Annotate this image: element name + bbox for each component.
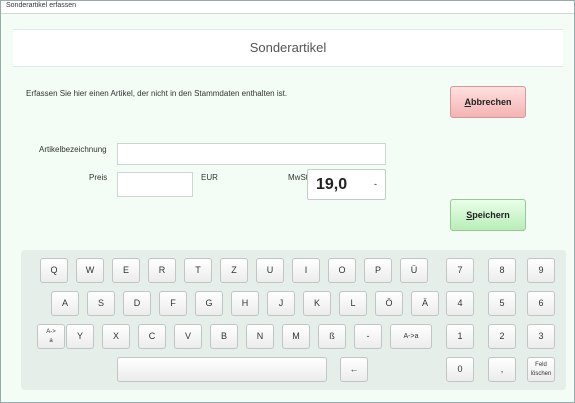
key-ue[interactable]: Ü <box>400 258 428 283</box>
dialog-header: Sonderartikel <box>13 29 563 67</box>
clear-field-button[interactable]: Feld löschen <box>527 357 555 382</box>
key-c[interactable]: C <box>138 324 166 349</box>
title-bar: Sonderartikel erfassen <box>1 1 574 14</box>
key-sz[interactable]: ß <box>318 324 346 349</box>
tax-label: MwSt <box>288 173 308 182</box>
key-n[interactable]: N <box>246 324 274 349</box>
backspace-icon[interactable]: ← <box>340 357 368 382</box>
space-key[interactable] <box>117 357 327 382</box>
key-r[interactable]: R <box>148 258 176 283</box>
shift-key-line2: a <box>49 338 53 344</box>
key-d[interactable]: D <box>123 291 151 316</box>
tax-rate-select[interactable]: 19,0 - <box>307 169 386 200</box>
sonderartikel-dialog: Sonderartikel erfassen Sonderartikel Erf… <box>0 0 575 403</box>
save-label: peichern <box>472 210 510 220</box>
key-w[interactable]: W <box>76 258 104 283</box>
key-f[interactable]: F <box>159 291 187 316</box>
key-6[interactable]: 6 <box>527 291 555 316</box>
cancel-label: bbrechen <box>470 97 512 107</box>
key-m[interactable]: M <box>282 324 310 349</box>
article-input[interactable] <box>117 143 386 165</box>
key-oe[interactable]: Ö <box>375 291 403 316</box>
key-2[interactable]: 2 <box>488 324 516 349</box>
tax-rate-value: 19,0 <box>316 176 348 193</box>
key-e[interactable]: E <box>112 258 140 283</box>
page-title: Sonderartikel <box>249 40 327 55</box>
clear-field-line1: Feld <box>535 362 547 368</box>
key-o[interactable]: O <box>328 258 356 283</box>
key-y[interactable]: Y <box>66 324 94 349</box>
shift-key-line1: A-> <box>46 329 56 335</box>
key-h[interactable]: H <box>231 291 259 316</box>
key-9[interactable]: 9 <box>527 258 555 283</box>
info-text: Erfassen Sie hier einen Artikel, der nic… <box>26 89 288 98</box>
key-j[interactable]: J <box>267 291 295 316</box>
key-q[interactable]: Q <box>40 258 68 283</box>
onscreen-keyboard: Q W E R T Z U I O P Ü 7 8 9 A S D F G H … <box>21 250 566 390</box>
key-z[interactable]: Z <box>220 258 248 283</box>
key-g[interactable]: G <box>195 291 223 316</box>
case-toggle-key[interactable]: A->a <box>390 324 432 349</box>
key-minus[interactable]: - <box>354 324 382 349</box>
currency-label: EUR <box>201 173 218 182</box>
save-button[interactable]: Speichern <box>450 199 526 231</box>
key-k[interactable]: K <box>303 291 331 316</box>
key-b[interactable]: B <box>210 324 238 349</box>
key-u[interactable]: U <box>256 258 284 283</box>
key-p[interactable]: P <box>364 258 392 283</box>
clear-field-line2: löschen <box>530 371 552 377</box>
tax-rate-arrow: - <box>374 179 377 189</box>
key-4[interactable]: 4 <box>446 291 474 316</box>
key-5[interactable]: 5 <box>488 291 516 316</box>
article-label: Artikelbezeichnung <box>39 145 107 154</box>
window-title: Sonderartikel erfassen <box>6 2 77 9</box>
cancel-button[interactable]: Abbrechen <box>450 86 526 118</box>
shift-key[interactable]: A-> a <box>37 324 65 349</box>
key-t[interactable]: T <box>184 258 212 283</box>
key-1[interactable]: 1 <box>446 324 474 349</box>
key-s[interactable]: S <box>87 291 115 316</box>
key-8[interactable]: 8 <box>488 258 516 283</box>
key-ae[interactable]: Ä <box>411 291 439 316</box>
key-3[interactable]: 3 <box>527 324 555 349</box>
key-a[interactable]: A <box>51 291 79 316</box>
price-label: Preis <box>89 173 108 182</box>
key-l[interactable]: L <box>339 291 367 316</box>
key-0[interactable]: 0 <box>446 357 474 382</box>
key-v[interactable]: V <box>174 324 202 349</box>
key-comma[interactable]: , <box>488 357 516 382</box>
key-x[interactable]: X <box>102 324 130 349</box>
price-input[interactable] <box>117 172 193 197</box>
key-i[interactable]: I <box>292 258 320 283</box>
key-7[interactable]: 7 <box>446 258 474 283</box>
